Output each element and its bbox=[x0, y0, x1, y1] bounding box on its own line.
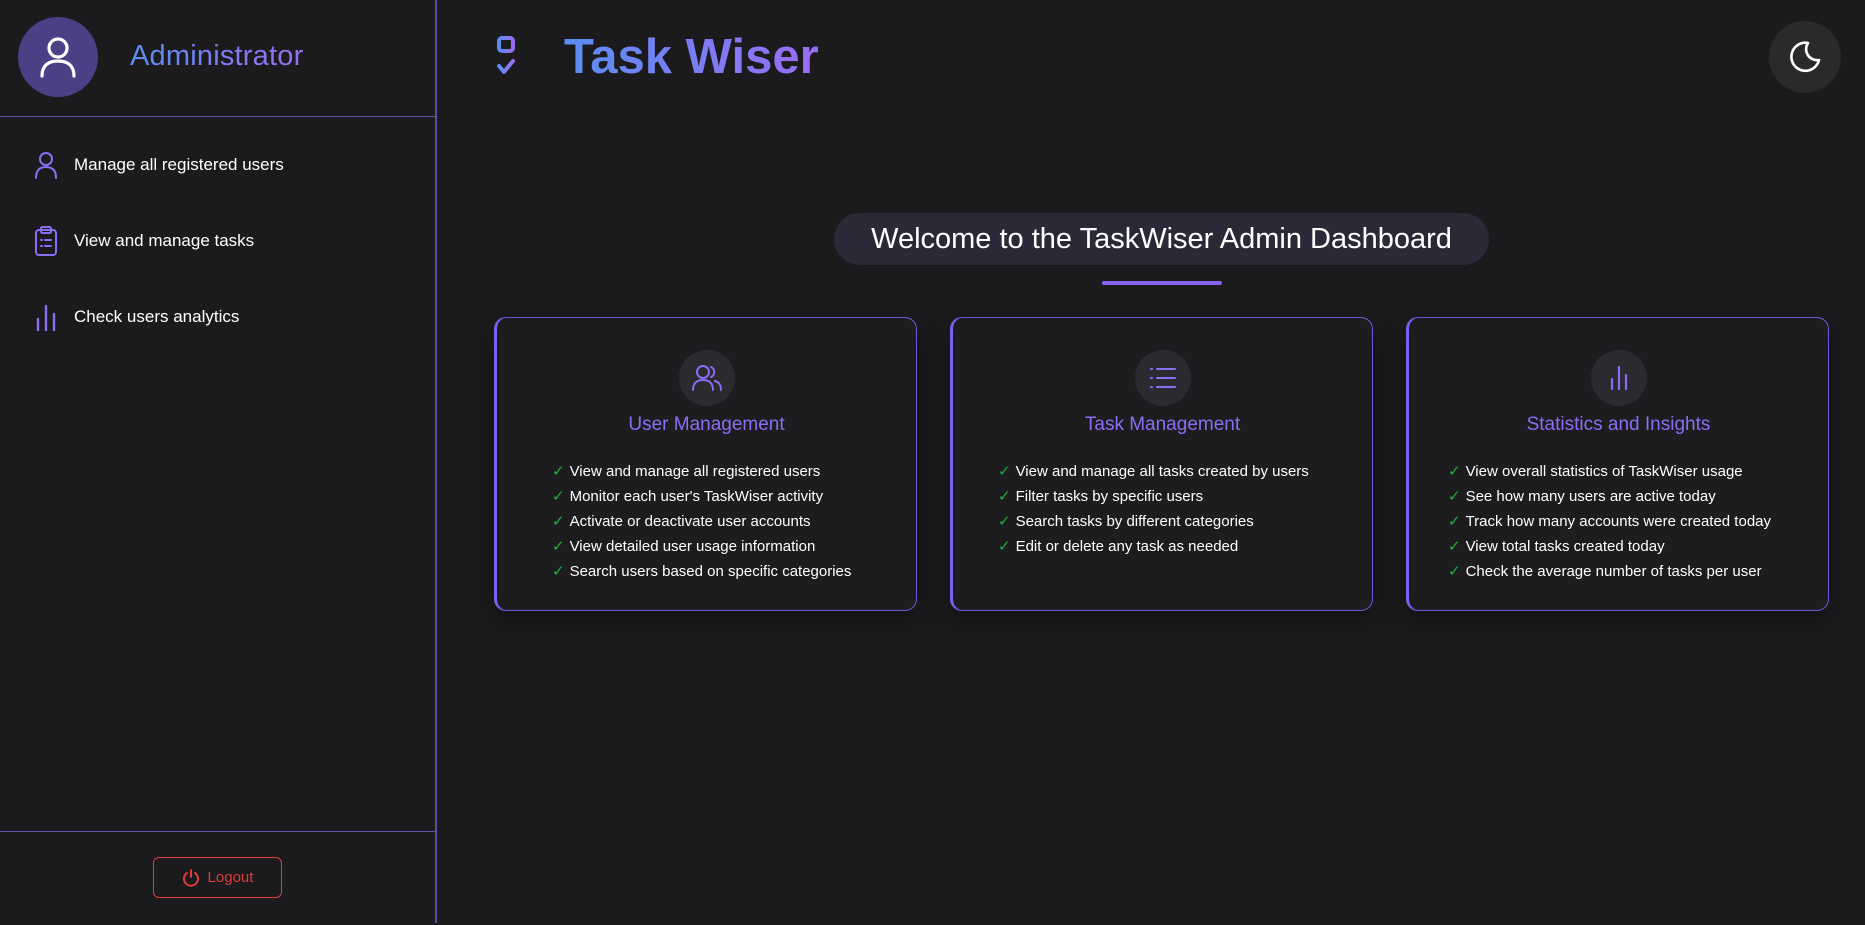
check-icon: ✓ bbox=[552, 512, 565, 530]
app-title: Task Wiser bbox=[564, 27, 819, 87]
list-item: ✓ Search users based on specific categori… bbox=[552, 562, 852, 580]
check-icon: ✓ bbox=[552, 487, 565, 505]
power-icon bbox=[182, 868, 199, 887]
check-icon: ✓ bbox=[1448, 512, 1461, 530]
clipboard-list-icon bbox=[32, 225, 60, 257]
admin-name: Administrator bbox=[130, 36, 303, 76]
sidebar: Administrator Manage all registered user… bbox=[0, 0, 437, 923]
check-icon: ✓ bbox=[1448, 562, 1461, 580]
task-list-icon bbox=[497, 36, 544, 74]
list-item: ✓ View and manage all tasks created by us… bbox=[998, 462, 1309, 480]
theme-toggle-button[interactable] bbox=[1769, 21, 1841, 93]
sidebar-item-label: Manage all registered users bbox=[74, 155, 284, 174]
sidebar-item-analytics[interactable]: Check users analytics bbox=[32, 297, 239, 337]
list-item: ✓ Search tasks by different categories bbox=[998, 512, 1254, 530]
check-icon: ✓ bbox=[1448, 537, 1461, 555]
bar-chart-icon bbox=[1590, 350, 1647, 406]
list-item: ✓ Activate or deactivate user accounts bbox=[552, 512, 811, 530]
user-icon bbox=[32, 149, 60, 181]
list-item: ✓ View total tasks created today bbox=[1448, 537, 1665, 555]
list-item: ✓ View and manage all registered users bbox=[552, 462, 821, 480]
sidebar-footer: Logout bbox=[0, 831, 437, 923]
check-icon: ✓ bbox=[998, 512, 1011, 530]
check-icon: ✓ bbox=[552, 537, 565, 555]
sidebar-header: Administrator bbox=[0, 0, 437, 117]
brand: Task Wiser bbox=[496, 24, 819, 90]
sidebar-item-label: Check users analytics bbox=[74, 307, 240, 326]
check-icon: ✓ bbox=[1448, 462, 1461, 480]
check-icon: ✓ bbox=[552, 562, 565, 580]
list-item: ✓ Edit or delete any task as needed bbox=[998, 537, 1239, 555]
list-item: ✓ See how many users are active today bbox=[1448, 487, 1716, 505]
list-item: ✓ Check the average number of tasks per u… bbox=[1448, 562, 1762, 580]
moon-icon bbox=[1790, 41, 1821, 73]
task-management-card: Task Management ✓ View and manage all tas… bbox=[950, 317, 1373, 611]
check-icon: ✓ bbox=[552, 462, 565, 480]
check-icon: ✓ bbox=[998, 487, 1011, 505]
sidebar-item-label: View and manage tasks bbox=[74, 231, 255, 250]
list-item: ✓ Track how many accounts were created to… bbox=[1448, 512, 1771, 530]
feature-list: ✓ View and manage all registered users ✓ M… bbox=[552, 459, 851, 584]
list-item: ✓ View overall statistics of TaskWiser us… bbox=[1448, 462, 1743, 480]
logout-label: Logout bbox=[207, 869, 254, 886]
welcome-underline bbox=[1102, 281, 1222, 285]
list-item: ✓ Filter tasks by specific users bbox=[998, 487, 1204, 505]
users-icon bbox=[678, 350, 735, 406]
bar-chart-icon bbox=[32, 301, 60, 333]
card-title: Task Management bbox=[1084, 414, 1241, 435]
sidebar-item-manage-users[interactable]: Manage all registered users bbox=[32, 145, 284, 185]
user-icon bbox=[40, 37, 76, 78]
list-item: ✓ Monitor each user's TaskWiser activity bbox=[552, 487, 824, 505]
check-icon: ✓ bbox=[998, 537, 1011, 555]
feature-list: ✓ View and manage all tasks created by us… bbox=[998, 459, 1309, 559]
logout-button[interactable]: Logout bbox=[153, 857, 282, 898]
card-title: Statistics and Insights bbox=[1526, 414, 1711, 435]
welcome-heading: Welcome to the TaskWiser Admin Dashboard bbox=[834, 213, 1489, 265]
sidebar-item-manage-tasks[interactable]: View and manage tasks bbox=[32, 221, 254, 261]
avatar bbox=[18, 17, 98, 97]
list-icon bbox=[1134, 350, 1191, 406]
list-item: ✓ View detailed user usage information bbox=[552, 537, 816, 555]
feature-list: ✓ View overall statistics of TaskWiser us… bbox=[1448, 459, 1771, 584]
user-management-card: User Management ✓ View and manage all reg… bbox=[494, 317, 917, 611]
check-icon: ✓ bbox=[1448, 487, 1461, 505]
check-icon: ✓ bbox=[998, 462, 1011, 480]
admin-dashboard: Administrator Manage all registered user… bbox=[0, 0, 1865, 925]
card-title: User Management bbox=[628, 414, 785, 435]
statistics-card: Statistics and Insights ✓ View overall st… bbox=[1406, 317, 1829, 611]
